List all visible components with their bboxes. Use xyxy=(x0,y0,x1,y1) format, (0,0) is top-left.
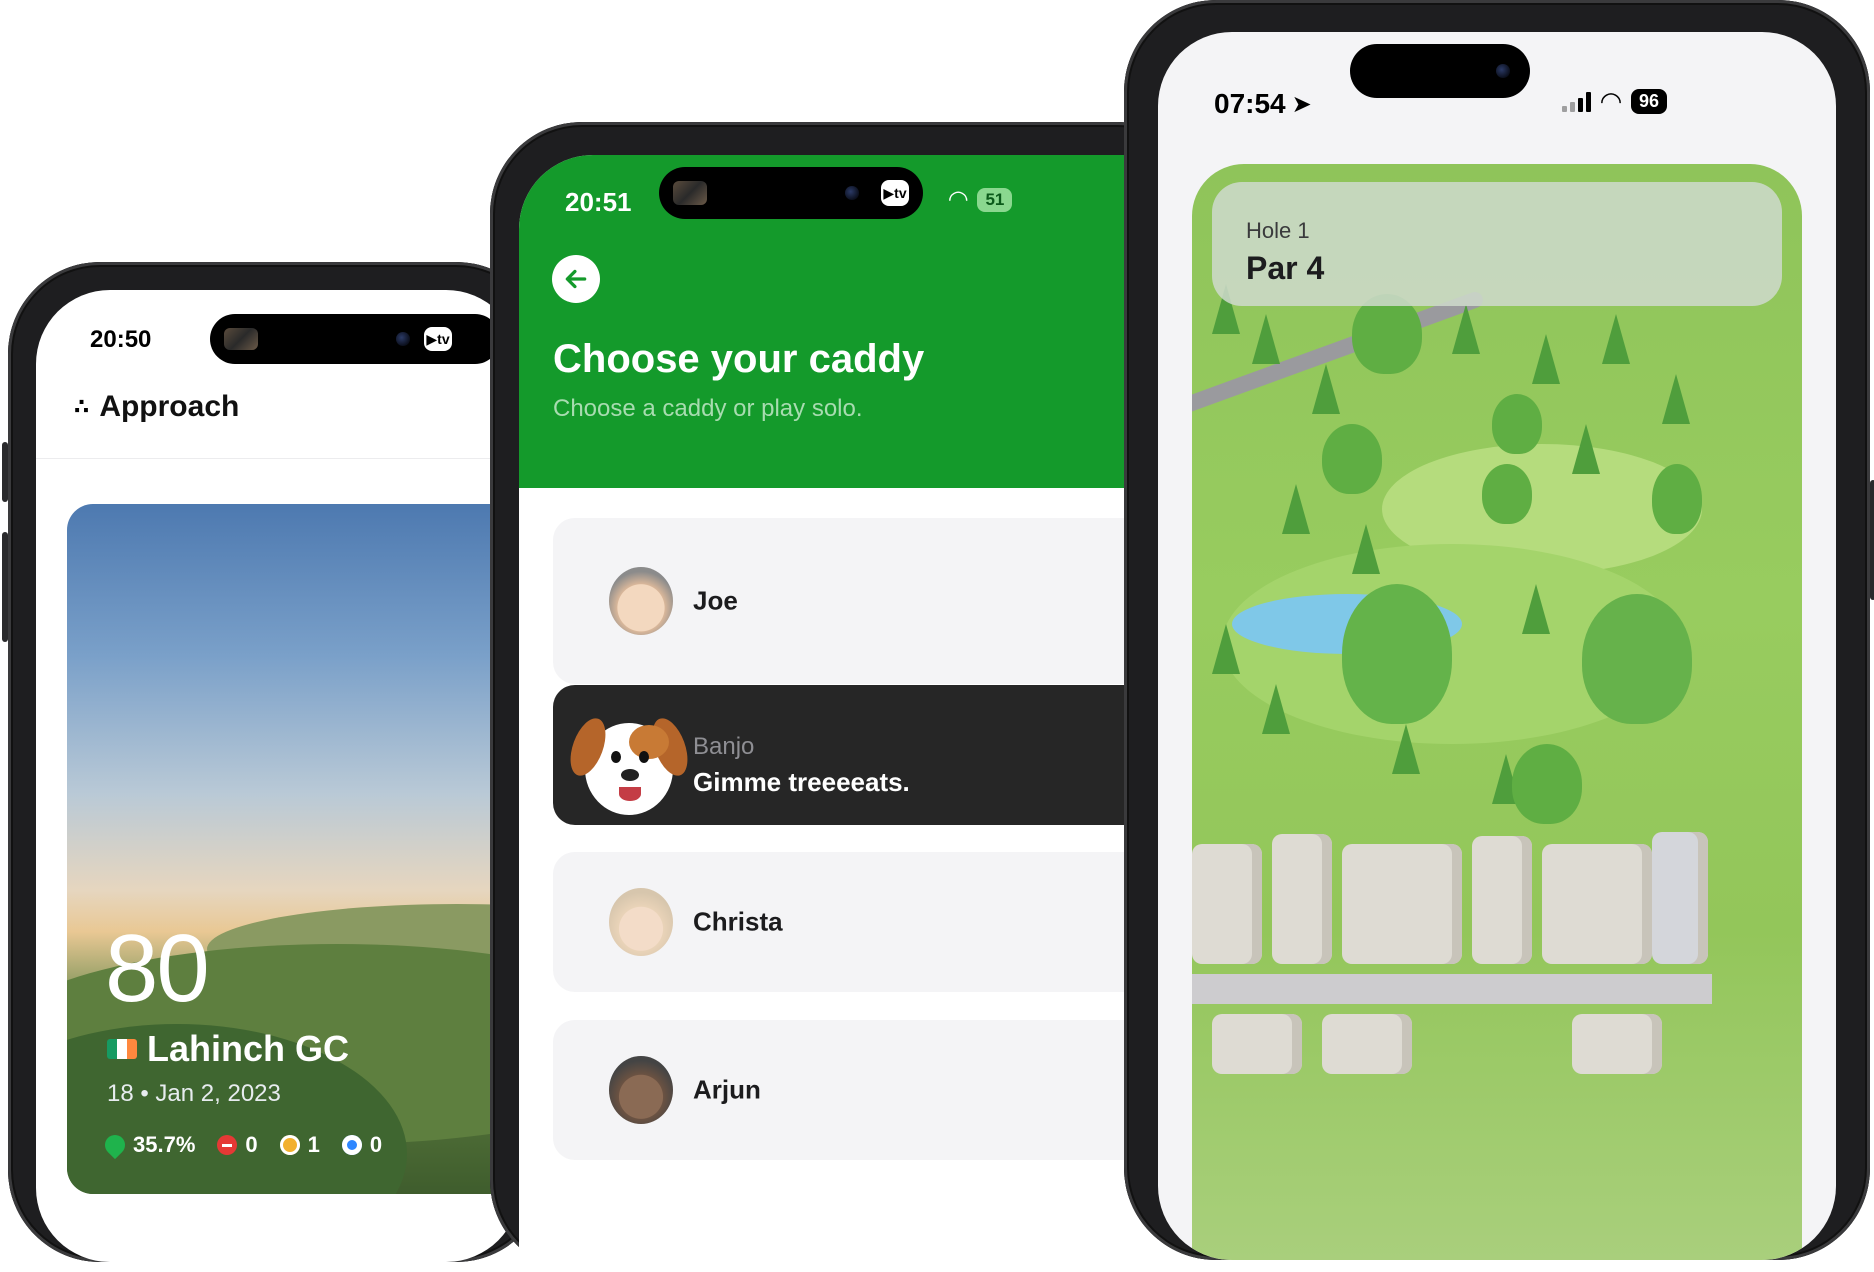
battery-indicator: 51 xyxy=(977,187,1013,212)
building xyxy=(1272,834,1332,964)
hole-number: Hole 1 xyxy=(1246,218,1310,243)
stat-fairway: 35.7% xyxy=(100,1130,196,1160)
arrow-left-icon xyxy=(565,269,587,289)
memoji-christa-avatar xyxy=(609,888,673,956)
building xyxy=(1652,832,1708,964)
phone-course-map: 07:54 ➤ ◠ 96 Hole 1 Par 4 xyxy=(1124,0,1874,1260)
round-card[interactable]: 80 Lahinch GC 18 • Jan 2, 2023 35.7% 0 1 xyxy=(67,504,520,1194)
approach-logo-icon: ∴ xyxy=(74,394,90,419)
caddy-tagline: Gimme treeeeats. xyxy=(693,767,910,797)
caddy-name: Christa xyxy=(693,906,783,937)
building xyxy=(1322,1014,1412,1074)
apple-tv-icon: ▶tv xyxy=(881,180,909,206)
building xyxy=(1212,1014,1302,1074)
status-time: 20:50 xyxy=(90,326,152,353)
ireland-flag-icon xyxy=(107,1039,137,1059)
app-title: Approach xyxy=(99,390,240,423)
dynamic-island: ▶tv xyxy=(659,167,923,219)
caddy-name: Joe xyxy=(693,585,738,616)
status-time: 07:54 ➤ xyxy=(1214,88,1312,120)
back-button[interactable] xyxy=(552,255,600,303)
caddy-name: Banjo xyxy=(693,733,755,760)
stat-value: 35.7% xyxy=(133,1132,196,1157)
page-title: Choose your caddy xyxy=(553,337,925,381)
building xyxy=(1472,836,1532,964)
street xyxy=(1192,974,1712,1004)
memoji-joe-avatar xyxy=(609,567,673,635)
dynamic-island xyxy=(1350,44,1530,98)
location-arrow-icon: ➤ xyxy=(1291,90,1312,118)
building xyxy=(1342,844,1462,964)
course-map[interactable]: Hole 1 Par 4 xyxy=(1192,164,1802,1260)
media-thumbnail xyxy=(224,328,258,350)
sun-icon xyxy=(279,1135,300,1155)
camera xyxy=(1496,64,1510,78)
page-subtitle: Choose a caddy or play solo. xyxy=(553,395,863,422)
round-meta: 18 • Jan 2, 2023 xyxy=(107,1080,281,1107)
building xyxy=(1572,1014,1662,1074)
media-thumbnail xyxy=(673,181,707,205)
hole-info-card[interactable]: Hole 1 Par 4 xyxy=(1212,182,1782,306)
camera xyxy=(396,332,410,346)
fairway-pin-icon xyxy=(100,1130,130,1160)
cellular-signal-icon xyxy=(1562,91,1591,112)
hole-par: Par 4 xyxy=(1246,250,1325,286)
side-button xyxy=(2,442,8,502)
building xyxy=(1542,844,1652,964)
round-score: 80 xyxy=(105,915,210,1022)
stat-sand: 1 xyxy=(279,1132,320,1158)
phone-approach: 20:50 ▶tv ∴ Approach 80 Lahinch GC 18 • … xyxy=(2,262,548,1262)
memoji-arjun-avatar xyxy=(609,1056,673,1124)
status-time: 20:51 xyxy=(565,187,632,217)
caddy-name: Arjun xyxy=(693,1074,761,1105)
wifi-icon: ◠ xyxy=(949,186,968,213)
dog-memoji-icon xyxy=(563,707,695,825)
wifi-icon: ◠ xyxy=(1601,86,1621,116)
time-label: 07:54 xyxy=(1214,88,1286,119)
apple-tv-icon: ▶tv xyxy=(424,327,452,351)
app-header: ∴ Approach xyxy=(74,390,239,424)
phone-choose-caddy: 20:51 ▶tv ◠ 51 Choose your caddy Choose … xyxy=(490,122,1279,1272)
header-divider xyxy=(36,458,520,459)
dynamic-island: ▶tv xyxy=(210,314,500,364)
minus-circle-icon xyxy=(217,1135,238,1155)
power-button xyxy=(1870,480,1874,600)
screen: 20:50 ▶tv ∴ Approach 80 Lahinch GC 18 • … xyxy=(36,290,520,1262)
building xyxy=(1192,844,1262,964)
volume-button xyxy=(2,532,8,642)
screen: 07:54 ➤ ◠ 96 Hole 1 Par 4 xyxy=(1158,32,1836,1260)
battery-indicator: 96 xyxy=(1631,89,1668,114)
course-label: Lahinch GC xyxy=(147,1028,350,1069)
stat-putts: 0 xyxy=(341,1132,383,1158)
round-stats: 35.7% 0 1 0 xyxy=(100,1130,383,1160)
status-icons: ◠ 51 xyxy=(949,185,1013,214)
stat-penalty: 0 xyxy=(217,1132,258,1158)
course-name: Lahinch GC xyxy=(107,1028,349,1070)
stat-value: 0 xyxy=(245,1132,258,1157)
stat-value: 0 xyxy=(369,1132,383,1157)
status-icons: ◠ 96 xyxy=(1562,86,1668,117)
target-icon xyxy=(341,1135,362,1155)
camera xyxy=(845,186,859,200)
stat-value: 1 xyxy=(307,1132,320,1157)
